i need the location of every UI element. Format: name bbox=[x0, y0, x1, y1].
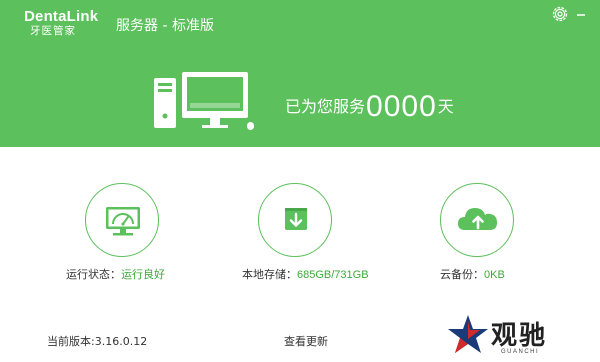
service-unit: 天 bbox=[437, 97, 454, 116]
watermark-subtext: GUANCHI bbox=[501, 349, 540, 355]
logo-subtitle: 牙医管家 bbox=[30, 25, 76, 37]
watermark-text: 观驰 bbox=[491, 321, 548, 351]
run-status-label: 运行状态： bbox=[66, 268, 121, 281]
local-storage: 本地存储：685GB/731GB bbox=[242, 266, 369, 282]
download-icon bbox=[285, 208, 307, 230]
minimize-icon[interactable] bbox=[572, 4, 590, 22]
star-icon bbox=[448, 315, 488, 353]
watermark-logo: 观驰 GUANCHI bbox=[446, 311, 596, 361]
gauge-monitor-icon bbox=[106, 207, 140, 236]
run-status-circle[interactable] bbox=[85, 183, 159, 257]
check-update-link[interactable]: 查看更新 bbox=[284, 333, 328, 349]
gear-icon[interactable] bbox=[551, 5, 569, 23]
run-status: 运行状态：运行良好 bbox=[66, 266, 165, 282]
service-prefix: 已为您服务 bbox=[285, 97, 366, 116]
header-banner: DentaLink 牙医管家 服务器 - 标准版 已为您服务 0000 天 bbox=[0, 0, 600, 147]
cloud-backup-value: 0KB bbox=[484, 269, 505, 281]
app-logo: DentaLink 牙医管家 bbox=[24, 9, 98, 37]
local-storage-value: 685GB/731GB bbox=[297, 269, 369, 281]
run-status-value: 运行良好 bbox=[121, 269, 165, 281]
version-label: 当前版本:3.16.0.12 bbox=[47, 335, 148, 348]
computer-icon bbox=[152, 70, 262, 136]
logo-brand: DentaLink bbox=[24, 8, 99, 25]
window-title: 服务器 - 标准版 bbox=[116, 18, 214, 34]
local-storage-circle[interactable] bbox=[258, 183, 332, 257]
local-storage-label: 本地存储： bbox=[242, 268, 297, 281]
cloud-backup-label: 云备份： bbox=[440, 268, 484, 281]
cloud-backup-circle[interactable] bbox=[440, 183, 514, 257]
service-days-count: 0000 bbox=[366, 90, 437, 123]
cloud-backup: 云备份：0KB bbox=[440, 266, 505, 282]
service-days-display: 已为您服务 0000 天 bbox=[285, 88, 454, 122]
cloud-upload-icon bbox=[458, 208, 497, 230]
